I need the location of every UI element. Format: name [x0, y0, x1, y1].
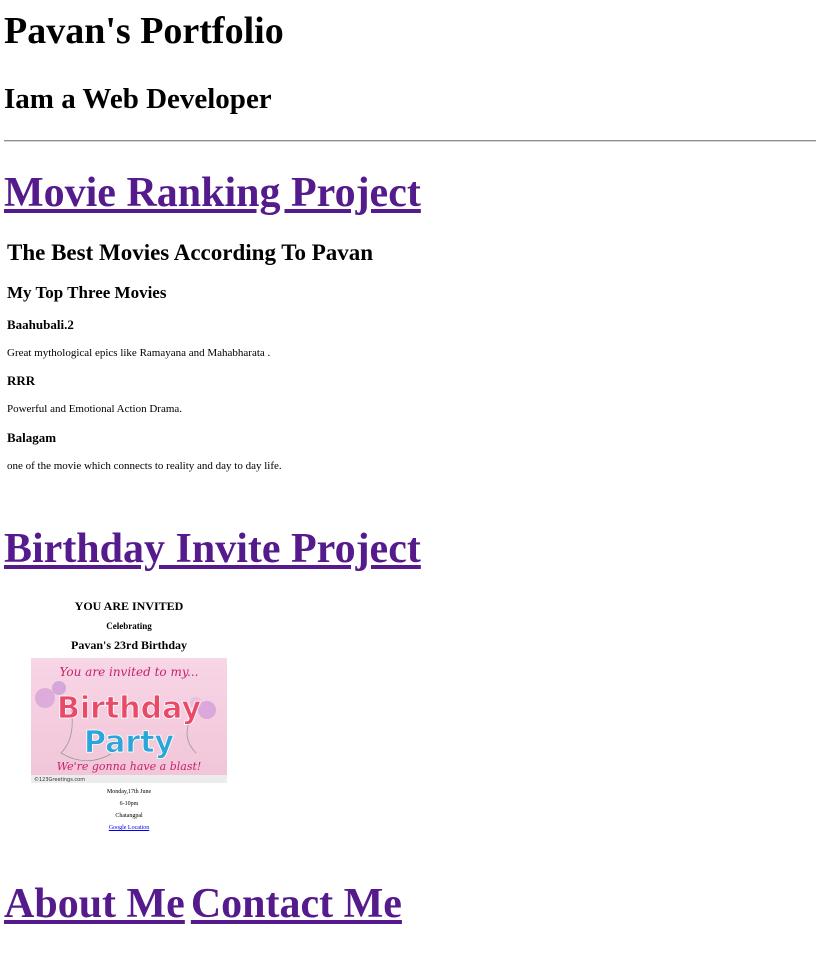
footer-links: About Me Contact Me [4, 879, 408, 929]
image-word-party: Party [84, 725, 175, 760]
google-location-link[interactable]: Google Location [109, 825, 150, 831]
movie-2-name: RRR [7, 373, 36, 388]
movie-list-subheading: My Top Three Movies [7, 283, 167, 302]
movie-3-description: one of the movie which connects to reali… [7, 460, 282, 472]
movie-ranking-project-link[interactable]: Movie Ranking Project [4, 170, 421, 216]
contact-me-link[interactable]: Contact Me [191, 881, 402, 927]
movie-3-name: Balagam [7, 430, 57, 445]
birthday-project-heading: Birthday Invite Project [4, 524, 421, 574]
page-title: Pavan's Portfolio [4, 10, 284, 52]
birthday-party-image: You are invited to my... Birthday Party … [31, 658, 227, 783]
image-bottom-text: We're gonna have a blast! [57, 760, 202, 773]
about-me-link[interactable]: About Me [4, 881, 185, 927]
invite-event: Pavan's 23rd Birthday [70, 638, 187, 652]
movie-2-description: Powerful and Emotional Action Drama. [7, 403, 183, 415]
divider [4, 140, 816, 142]
invite-celebrating: Celebrating [106, 621, 152, 631]
invite-place: Chatangpal [115, 813, 143, 819]
birthday-invite: YOU ARE INVITED Celebrating Pavan's 23rd… [31, 598, 227, 832]
image-word-birthday: Birthday [57, 691, 201, 726]
movie-1-name: Baahubali.2 [7, 317, 74, 332]
invite-time: 6-10pm [119, 801, 139, 807]
movie-1-description: Great mythological epics like Ramayana a… [7, 347, 271, 359]
image-credit: ©123Greetings.com [34, 776, 85, 783]
birthday-invite-project-link[interactable]: Birthday Invite Project [4, 526, 421, 572]
invite-title: YOU ARE INVITED [74, 599, 184, 613]
movie-list-heading: The Best Movies According To Pavan [7, 240, 374, 265]
invite-date: Monday,17th June [106, 789, 152, 795]
movie-project-heading: Movie Ranking Project [4, 168, 421, 218]
image-top-text: You are invited to my... [60, 665, 199, 679]
page-subtitle: Iam a Web Developer [4, 83, 272, 115]
